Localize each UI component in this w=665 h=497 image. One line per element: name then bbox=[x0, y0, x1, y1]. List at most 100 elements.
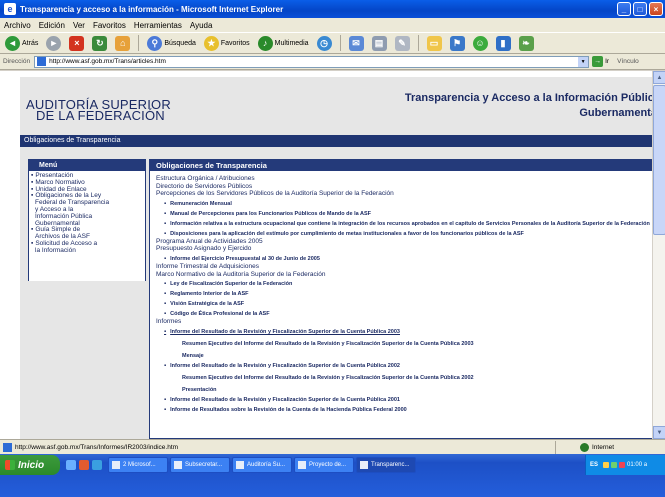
menu-edicion[interactable]: Edición bbox=[39, 21, 65, 30]
discuss-button[interactable]: ❧ bbox=[517, 34, 536, 52]
window-title: Transparencia y acceso a la información … bbox=[20, 4, 284, 14]
task-button[interactable]: 2 Microsof... bbox=[108, 457, 168, 473]
toolbar-separator bbox=[339, 35, 341, 51]
menu-ver[interactable]: Ver bbox=[73, 21, 85, 30]
folder-button[interactable]: ▭ bbox=[425, 34, 444, 52]
go-button[interactable]: → Ir bbox=[592, 56, 609, 67]
document-link[interactable]: Reglamento Interior de la ASF bbox=[156, 291, 655, 298]
sidebar-item[interactable]: la Información bbox=[31, 247, 143, 255]
sub-document-link[interactable]: Resumen Ejecutivo del Informe del Result… bbox=[156, 341, 655, 348]
sidebar-list: PresentaciónMarco NormativoUnidad de Enl… bbox=[29, 171, 145, 281]
sub-document-link[interactable]: Mensaje bbox=[156, 353, 655, 360]
menu-ayuda[interactable]: Ayuda bbox=[190, 21, 213, 30]
app-icon[interactable] bbox=[79, 460, 89, 470]
vertical-scrollbar[interactable]: ▲ ▼ bbox=[652, 71, 665, 439]
document-link[interactable]: Código de Ética Profesional de la ASF bbox=[156, 311, 655, 318]
links-toolbar[interactable]: Vínculo bbox=[617, 58, 639, 65]
tray-icon[interactable] bbox=[619, 462, 626, 468]
close-button[interactable]: × bbox=[649, 2, 663, 16]
clock[interactable]: 01:00 a bbox=[627, 462, 647, 468]
edit-button[interactable]: ✎ bbox=[393, 34, 412, 52]
media-icon: ♪ bbox=[257, 35, 273, 51]
multimedia-button[interactable]: ♪ Multimedia bbox=[256, 34, 311, 52]
site-title: Transparencia y Acceso a la Información … bbox=[405, 91, 660, 121]
sub-document-link[interactable]: Presentación bbox=[156, 387, 655, 394]
chevron-down-icon[interactable]: ▼ bbox=[578, 56, 589, 67]
scroll-thumb[interactable] bbox=[653, 85, 665, 235]
scroll-up-button[interactable]: ▲ bbox=[653, 71, 665, 84]
language-indicator[interactable]: ES bbox=[590, 462, 598, 468]
sub-document-link[interactable]: Resumen Ejecutivo del Informe del Result… bbox=[156, 375, 655, 382]
document-link[interactable]: Visión Estratégica de la ASF bbox=[156, 301, 655, 308]
task-button[interactable]: Subsecretar... bbox=[170, 457, 230, 473]
history-button[interactable]: ◷ bbox=[315, 34, 334, 52]
toolbar-separator bbox=[417, 35, 419, 51]
document-link[interactable]: Ley de Fiscalización Superior de la Fede… bbox=[156, 281, 655, 288]
content-heading: Obligaciones de Transparencia bbox=[150, 160, 661, 171]
window-icon bbox=[298, 461, 306, 469]
start-button[interactable]: Inicio bbox=[0, 455, 60, 475]
zone-label: Internet bbox=[592, 443, 615, 451]
document-link[interactable]: Manual de Percepciones para los Funciona… bbox=[156, 211, 655, 218]
section-link[interactable]: Presupuesto Asignado y Ejercido bbox=[156, 245, 655, 253]
document-link-hover[interactable]: Informe del Resultado de la Revisión y F… bbox=[156, 329, 655, 336]
section-link[interactable]: Marco Normativo de la Auditoría Superior… bbox=[156, 271, 655, 279]
document-icon: ▮ bbox=[495, 35, 511, 51]
document-link[interactable]: Informe de Resultados sobre la Revisión … bbox=[156, 407, 655, 414]
section-link[interactable]: Informes bbox=[156, 318, 655, 326]
stop-button[interactable]: × bbox=[67, 34, 86, 52]
document-link[interactable]: Informe del Resultado de la Revisión y F… bbox=[156, 397, 655, 404]
mail-button[interactable]: ✉ bbox=[347, 34, 366, 52]
tray-icon[interactable] bbox=[611, 462, 618, 468]
home-button[interactable]: ⌂ bbox=[113, 34, 132, 52]
menu-favoritos[interactable]: Favoritos bbox=[93, 21, 126, 30]
research-button[interactable]: ⚑ bbox=[448, 34, 467, 52]
section-link[interactable]: Estructura Orgánica / Atribuciones bbox=[156, 175, 655, 183]
go-arrow-icon: → bbox=[592, 56, 604, 67]
messenger-button[interactable]: ☺ bbox=[471, 34, 490, 52]
print-icon: ▤ bbox=[371, 35, 387, 51]
desktop-icon[interactable] bbox=[66, 460, 76, 470]
section-bar: Obligaciones de Transparencia bbox=[20, 135, 662, 147]
browser-icon[interactable] bbox=[92, 460, 102, 470]
page-icon bbox=[3, 442, 12, 452]
window-icon bbox=[236, 461, 244, 469]
document-link[interactable]: Disposiciones para la aplicación del est… bbox=[156, 231, 655, 238]
task-button[interactable]: Auditoría Su... bbox=[232, 457, 292, 473]
status-url: http://www.asf.gob.mx/Trans/Informes/IR2… bbox=[15, 443, 179, 451]
window-titlebar[interactable]: e Transparencia y acceso a la informació… bbox=[0, 0, 665, 18]
task-button-active[interactable]: Transparenc... bbox=[356, 457, 416, 473]
minimize-button[interactable]: _ bbox=[617, 2, 631, 16]
favorites-label: Favoritos bbox=[220, 39, 250, 47]
forward-button[interactable]: ► bbox=[44, 34, 63, 52]
site-logo[interactable]: AUDITORÍA SUPERIOR DE LA FEDERACIÓN bbox=[26, 98, 171, 123]
document-link[interactable]: Remuneración Mensual bbox=[156, 201, 655, 208]
section-link[interactable]: Informe Trimestral de Adquisiciones bbox=[156, 263, 655, 271]
section-link[interactable]: Directorio de Servidores Públicos bbox=[156, 183, 655, 191]
tools-button[interactable]: ▮ bbox=[494, 34, 513, 52]
back-button[interactable]: ◄ Atrás bbox=[3, 34, 40, 52]
section-link[interactable]: Programa Anual de Actividades 2005 bbox=[156, 238, 655, 246]
star-icon: ★ bbox=[203, 35, 219, 51]
print-button[interactable]: ▤ bbox=[370, 34, 389, 52]
document-link[interactable]: Informe del Ejercicio Presupuestal al 30… bbox=[156, 256, 655, 263]
document-link[interactable]: Información relativa a la estructura ocu… bbox=[156, 221, 655, 228]
search-button[interactable]: ⚲ Búsqueda bbox=[145, 34, 198, 52]
document-link[interactable]: Informe del Resultado de la Revisión y F… bbox=[156, 363, 655, 370]
toolbar-separator bbox=[138, 35, 140, 51]
scroll-down-button[interactable]: ▼ bbox=[653, 426, 665, 439]
refresh-button[interactable]: ↻ bbox=[90, 34, 109, 52]
section-link[interactable]: Percepciones de los Servidores Públicos … bbox=[156, 190, 655, 198]
logo-line-2: DE LA FEDERACIÓN bbox=[36, 108, 165, 123]
menu-herramientas[interactable]: Herramientas bbox=[134, 21, 182, 30]
site-container: AUDITORÍA SUPERIOR DE LA FEDERACIÓN Tran… bbox=[20, 77, 662, 439]
back-label: Atrás bbox=[22, 39, 39, 47]
task-button[interactable]: Proyecto de... bbox=[294, 457, 354, 473]
maximize-button[interactable]: □ bbox=[633, 2, 647, 16]
system-tray: ES 01:00 a bbox=[585, 455, 665, 475]
window-icon bbox=[360, 461, 368, 469]
address-input[interactable]: http://www.asf.gob.mx/Trans/articles.htm… bbox=[34, 55, 590, 68]
menu-archivo[interactable]: Archivo bbox=[4, 21, 31, 30]
tray-icon[interactable] bbox=[603, 462, 610, 468]
favorites-button[interactable]: ★ Favoritos bbox=[202, 34, 252, 52]
